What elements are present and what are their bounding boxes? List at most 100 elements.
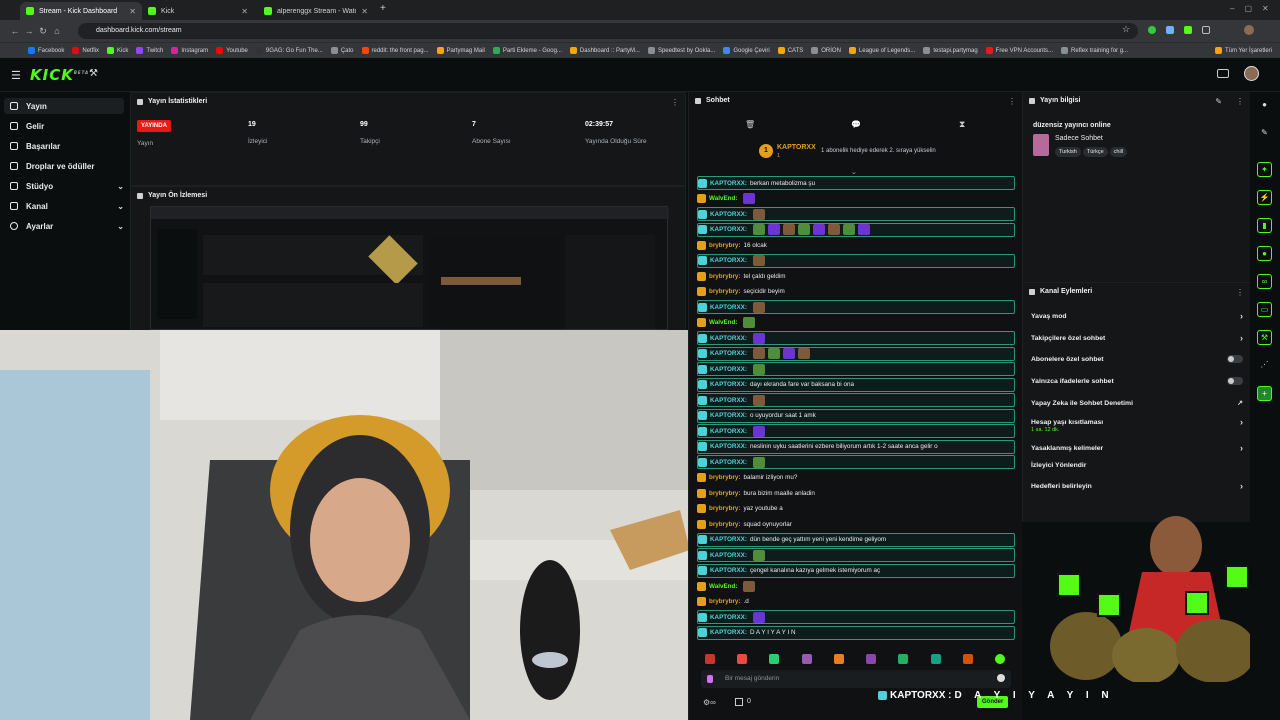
chat-username[interactable]: KAPTORXX:: [710, 226, 747, 233]
bookmark-item[interactable]: Çato: [330, 47, 354, 54]
chat-message[interactable]: brybrybry: 16 olcak: [697, 238, 1015, 252]
chat-username[interactable]: KAPTORXX:: [710, 180, 747, 187]
bookmark-item[interactable]: CATS: [777, 47, 803, 54]
chat-username[interactable]: KAPTORXX:: [710, 567, 747, 574]
chat-username[interactable]: KAPTORXX:: [710, 428, 747, 435]
chat-message[interactable]: brybrybry: squad oynuyorlar: [697, 517, 1015, 531]
emoji-icon[interactable]: [997, 674, 1005, 682]
bookmark-item[interactable]: Kick: [107, 47, 128, 54]
chat-username[interactable]: brybrybry:: [709, 474, 741, 481]
settings-icon[interactable]: ⚙∞: [703, 698, 716, 707]
sidebar-item-studyo[interactable]: Stüdyo ⌄: [4, 178, 124, 194]
chat-message[interactable]: KAPTORXX: D A Y I Y A Y I N: [697, 625, 1015, 640]
chat-username[interactable]: brybrybry:: [709, 288, 741, 295]
more-options-icon[interactable]: ⋮: [1236, 288, 1244, 297]
window-controls[interactable]: –▢✕: [1230, 4, 1279, 13]
chat-message[interactable]: KAPTORXX:: [697, 300, 1015, 314]
extension-icon[interactable]: [1166, 26, 1174, 34]
edit-icon[interactable]: ✎: [1215, 97, 1222, 106]
gift-icon[interactable]: [735, 698, 743, 706]
extension-icon[interactable]: [1184, 26, 1192, 34]
action-account-age[interactable]: Hesap yaşı kısıtlaması ›: [1031, 417, 1243, 427]
chat-username[interactable]: KAPTORXX:: [710, 629, 747, 636]
toggle-switch[interactable]: [1227, 377, 1243, 385]
back-icon[interactable]: ←: [8, 26, 22, 36]
chat-username[interactable]: KAPTORXX:: [710, 443, 747, 450]
kick-logo[interactable]: KICKBETA: [30, 66, 89, 84]
home-icon[interactable]: ⌂: [50, 26, 64, 36]
emote-icon[interactable]: [898, 654, 909, 664]
chat-username[interactable]: brybrybry:: [709, 505, 741, 512]
bookmark-item[interactable]: Partymag Mail: [436, 47, 485, 54]
chat-message[interactable]: KAPTORXX:: [697, 362, 1015, 376]
emote-icon[interactable]: [833, 654, 844, 664]
chat-message[interactable]: KAPTORXX:: [697, 548, 1015, 562]
chat-message[interactable]: KAPTORXX:: [697, 222, 1015, 237]
screen-icon[interactable]: ▭: [1257, 302, 1272, 317]
chat-input[interactable]: Bir mesaj gönderin: [701, 670, 1011, 688]
emote-icon[interactable]: [801, 654, 812, 664]
chat-username[interactable]: KAPTORXX:: [710, 536, 747, 543]
emote-icon[interactable]: [705, 654, 715, 664]
extensions-puzzle-icon[interactable]: [1202, 26, 1210, 34]
action-raid[interactable]: İzleyici Yönlendir: [1031, 462, 1243, 469]
chat-username[interactable]: KAPTORXX:: [710, 350, 747, 357]
chat-username[interactable]: brybrybry:: [709, 242, 741, 249]
quick-action-icon[interactable]: ✦: [1257, 162, 1272, 177]
all-bookmarks[interactable]: Tüm Yer İşaretleri: [1214, 47, 1272, 54]
edit-icon[interactable]: ✎: [1257, 126, 1272, 141]
chat-message[interactable]: brybrybry: bura bizim maalle anladin: [697, 486, 1015, 500]
hammer-icon[interactable]: ⚒: [89, 68, 98, 79]
share-icon[interactable]: ⋰: [1257, 358, 1272, 373]
sidebar-item-yayin[interactable]: Yayın: [4, 98, 124, 114]
emote-icon[interactable]: [930, 654, 941, 664]
bookmark-item[interactable]: testapi.partymag: [923, 47, 978, 54]
bookmark-item[interactable]: 9GAG: Go Fun The...: [255, 47, 323, 54]
screen-icon[interactable]: [1217, 69, 1229, 78]
chat-username[interactable]: KAPTORXX:: [710, 304, 747, 311]
hourglass-icon[interactable]: ⧗: [959, 119, 965, 130]
chat-message[interactable]: brybrybry: balamir izliyon mu?: [697, 471, 1015, 485]
chat-icon[interactable]: ●: [1257, 246, 1272, 261]
reload-icon[interactable]: ↻: [36, 26, 50, 37]
tool-icon[interactable]: ⚒: [1257, 330, 1272, 345]
browser-tab-kick[interactable]: Kick ✕: [142, 2, 254, 20]
chat-message[interactable]: KAPTORXX: dün bende geç yattım yeni yeni …: [697, 532, 1015, 547]
close-icon[interactable]: ✕: [129, 7, 136, 16]
chat-username[interactable]: KAPTORXX:: [710, 381, 747, 388]
chat-username[interactable]: KAPTORXX:: [710, 335, 747, 342]
bolt-icon[interactable]: ⚡: [1257, 190, 1272, 205]
chat-message[interactable]: KAPTORXX: çengel kanalına kazıya gelmek i…: [697, 563, 1015, 578]
chat-message[interactable]: brybrybry: yaz youtube a: [697, 502, 1015, 516]
chat-message[interactable]: brybrybry: .d: [697, 595, 1015, 609]
emote-icon[interactable]: [769, 654, 780, 664]
sidebar-item-kanal[interactable]: Kanal ⌄: [4, 198, 124, 214]
action-goals[interactable]: Hedefleri belirleyin ›: [1031, 481, 1243, 491]
bookmark-item[interactable]: Reflex training for g...: [1061, 47, 1128, 54]
bookmark-item[interactable]: ORİON: [811, 47, 841, 54]
chat-message[interactable]: WalvEnd:: [697, 316, 1015, 330]
chat-username[interactable]: KAPTORXX:: [710, 397, 747, 404]
message-icon[interactable]: 💬: [851, 120, 861, 129]
chat-username[interactable]: KAPTORXX:: [710, 211, 747, 218]
toggle-switch[interactable]: [1227, 355, 1243, 363]
chat-message[interactable]: KAPTORXX: berkan metabolizma şu: [697, 176, 1015, 190]
chat-username[interactable]: KAPTORXX:: [710, 614, 747, 621]
more-options-icon[interactable]: ⋮: [671, 98, 679, 107]
address-bar[interactable]: dashboard.kick.com/stream: [78, 23, 1138, 39]
bookmark-item[interactable]: Speedtest by Ookla...: [647, 47, 715, 54]
bookmark-item[interactable]: League of Legends...: [848, 47, 915, 54]
chat-message[interactable]: KAPTORXX:: [697, 393, 1015, 407]
bookmark-item[interactable]: Dashboard :: PartyM...: [569, 47, 640, 54]
trash-icon[interactable]: 🗑: [745, 120, 755, 129]
chat-message[interactable]: KAPTORXX:: [697, 610, 1015, 624]
chat-username[interactable]: KAPTORXX:: [710, 257, 747, 264]
sidebar-item-basarilar[interactable]: Başarılar: [4, 138, 124, 154]
more-options-icon[interactable]: ⋮: [1008, 97, 1016, 106]
chat-username[interactable]: WalvEnd:: [709, 583, 737, 590]
profile-avatar[interactable]: [1244, 25, 1254, 35]
chat-message[interactable]: KAPTORXX:: [697, 424, 1015, 438]
action-ai-moderation[interactable]: Yapay Zeka ile Sohbet Denetimi ↗: [1031, 399, 1243, 408]
chat-username[interactable]: KAPTORXX:: [710, 459, 747, 466]
bookmark-item[interactable]: Netflix: [72, 47, 99, 54]
